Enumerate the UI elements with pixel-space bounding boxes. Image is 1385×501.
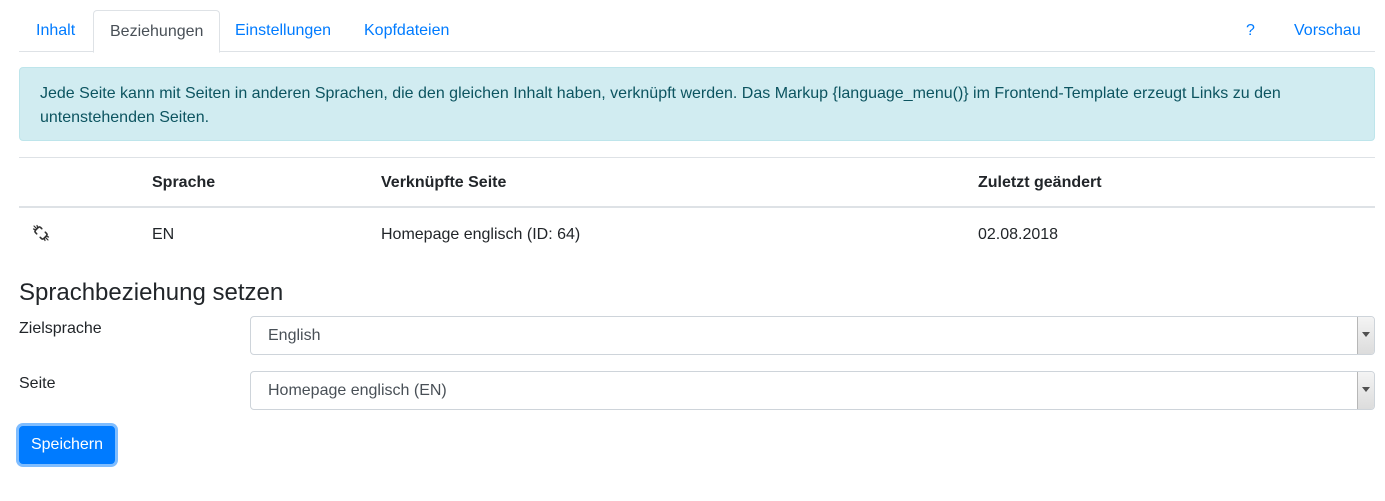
tab-einstellungen[interactable]: Einstellungen (218, 10, 348, 52)
page-label: Seite (19, 375, 56, 392)
unlink-button[interactable] (32, 208, 50, 261)
info-alert: Jede Seite kann mit Seiten in anderen Sp… (19, 67, 1375, 141)
tab-bar: Inhalt Beziehungen Einstellungen Kopfdat… (19, 10, 1378, 53)
page-value: Homepage englisch (EN) (268, 382, 447, 399)
table-header-row: Sprache Verknüpfte Seite Zuletzt geänder… (19, 158, 1375, 208)
target-language-value: English (268, 327, 321, 344)
save-button[interactable]: Speichern (19, 426, 115, 464)
page-select[interactable]: Homepage englisch (EN) (250, 371, 1375, 410)
tab-vorschau[interactable]: Vorschau (1277, 10, 1378, 52)
row-language: EN (152, 226, 175, 243)
target-language-select[interactable]: English (250, 316, 1375, 355)
table-row: EN Homepage englisch (ID: 64) 02.08.2018 (19, 208, 1375, 261)
target-language-label: Zielsprache (19, 320, 102, 337)
unlink-icon[interactable] (32, 224, 50, 242)
row-linked-page: Homepage englisch (ID: 64) (381, 226, 581, 243)
chevron-down-icon[interactable] (1357, 372, 1374, 409)
header-linked-page: Verknüpfte Seite (381, 174, 507, 191)
relations-table: Sprache Verknüpfte Seite Zuletzt geänder… (19, 157, 1375, 261)
header-last-changed: Zuletzt geändert (978, 174, 1102, 191)
tab-beziehungen[interactable]: Beziehungen (93, 10, 221, 53)
tab-inhalt[interactable]: Inhalt (19, 10, 92, 52)
header-language: Sprache (152, 174, 216, 191)
chevron-down-icon[interactable] (1357, 317, 1374, 354)
tab-kopfdateien[interactable]: Kopfdateien (347, 10, 466, 52)
form-title: Sprachbeziehung setzen (19, 279, 284, 306)
row-last-changed: 02.08.2018 (978, 226, 1059, 243)
tab-help[interactable]: ? (1229, 10, 1272, 52)
